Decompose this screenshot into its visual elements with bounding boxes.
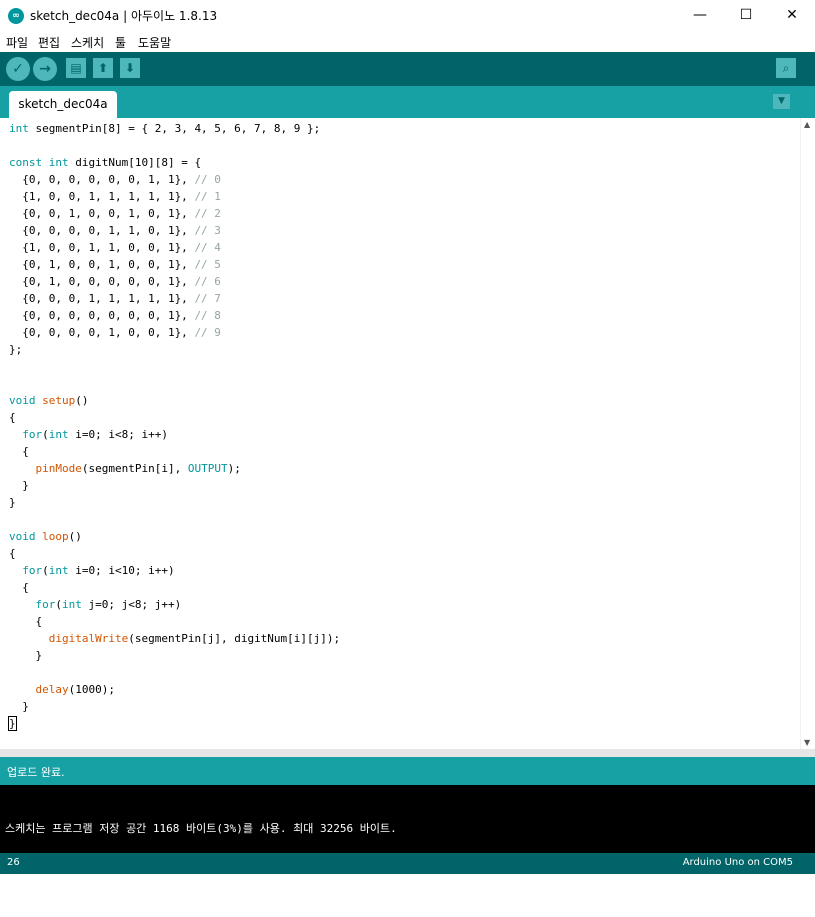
tab-bar: sketch_dec04a ▼ <box>0 86 815 118</box>
tab-menu-chevron-down-icon[interactable]: ▼ <box>773 94 790 109</box>
code-line: for(int j=0; j<8; j++) <box>35 598 182 611</box>
board-port-label: Arduino Uno on COM5 <box>682 857 793 868</box>
code-line: void setup() <box>9 394 89 407</box>
code-line: { <box>9 411 16 424</box>
code-line: }; <box>9 343 23 356</box>
code-line: { <box>9 445 29 458</box>
save-sketch-button[interactable]: ⬇ <box>120 58 140 78</box>
menu-tools[interactable]: 툴 <box>115 34 126 51</box>
code-line: for(int i=0; i<8; i++) <box>22 428 168 441</box>
code-line: {0, 0, 0, 0, 0, 0, 1, 1}, // 0 <box>9 173 221 186</box>
code-line: {1, 0, 0, 1, 1, 0, 0, 1}, // 4 <box>9 241 221 254</box>
code-line: ​ <box>9 358 340 375</box>
code-line: {0, 0, 0, 0, 1, 0, 0, 1}, // 9 <box>9 326 221 339</box>
line-number: 26 <box>7 857 20 868</box>
window-title: sketch_dec04a | 아두이노 1.8.13 <box>30 9 218 23</box>
footer-bar: 26 Arduino Uno on COM5 <box>0 853 815 874</box>
code-line: {0, 1, 0, 0, 1, 0, 0, 1}, // 5 <box>9 258 221 271</box>
code-line: } <box>9 479 29 492</box>
code-line: {0, 1, 0, 0, 0, 0, 0, 1}, // 6 <box>9 275 221 288</box>
menu-help[interactable]: 도움말 <box>138 34 171 51</box>
code-line: digitalWrite(segmentPin[j], digitNum[i][… <box>48 632 341 645</box>
upload-button[interactable]: → <box>33 57 57 81</box>
code-line: int segmentPin[8] = { 2, 3, 4, 5, 6, 7, … <box>9 122 321 135</box>
scroll-down-icon[interactable]: ▼ <box>804 738 810 747</box>
code-line: } <box>8 716 17 731</box>
serial-monitor-button[interactable]: ⌕ <box>776 58 796 78</box>
menu-sketch[interactable]: 스케치 <box>71 34 104 51</box>
console-output: 스케치는 프로그램 저장 공간 1168 바이트(3%)를 사용. 최대 322… <box>0 785 815 883</box>
code-editor[interactable]: int segmentPin[8] = { 2, 3, 4, 5, 6, 7, … <box>0 118 800 749</box>
editor-console-divider[interactable] <box>0 749 815 757</box>
code-line: ​ <box>9 375 340 392</box>
maximize-button[interactable]: ☐ <box>723 0 769 31</box>
code-line: { <box>9 581 29 594</box>
code-line: { <box>9 547 16 560</box>
status-bar: 업로드 완료. <box>0 757 815 785</box>
toolbar: ✓ → ▤ ⬆ ⬇ ⌕ <box>0 52 815 86</box>
code-line: void loop() <box>9 530 82 543</box>
code-line: } <box>9 649 43 662</box>
title-bar: ∞ sketch_dec04a | 아두이노 1.8.13 — ☐ ✕ <box>0 0 815 31</box>
code-line: {1, 0, 0, 1, 1, 1, 1, 1}, // 1 <box>9 190 221 203</box>
code-line: } <box>9 700 29 713</box>
editor-vertical-scrollbar[interactable]: ▲ ▼ <box>800 118 815 749</box>
tab-sketch[interactable]: sketch_dec04a <box>9 91 117 118</box>
code-line: { <box>9 615 43 628</box>
code-line: {0, 0, 0, 0, 1, 1, 0, 1}, // 3 <box>9 224 221 237</box>
menu-bar: 파일 편집 스케치 툴 도움말 <box>0 31 815 53</box>
minimize-button[interactable]: — <box>677 0 723 31</box>
verify-button[interactable]: ✓ <box>6 57 30 81</box>
code-line: for(int i=0; i<10; i++) <box>22 564 175 577</box>
code-line: const int digitNum[10][8] = { <box>9 156 202 169</box>
code-line: } <box>9 496 16 509</box>
menu-edit[interactable]: 편집 <box>38 34 60 51</box>
code-lines: int segmentPin[8] = { 2, 3, 4, 5, 6, 7, … <box>8 120 341 732</box>
code-line: delay(1000); <box>35 683 115 696</box>
code-line: ​ <box>9 664 340 681</box>
scroll-up-icon[interactable]: ▲ <box>804 120 810 129</box>
code-line: {0, 0, 0, 0, 0, 0, 0, 1}, // 8 <box>9 309 221 322</box>
code-line: ​ <box>9 137 340 154</box>
open-sketch-button[interactable]: ⬆ <box>93 58 113 78</box>
console-line: 스케치는 프로그램 저장 공간 1168 바이트(3%)를 사용. 최대 322… <box>5 822 397 835</box>
arduino-logo-icon: ∞ <box>8 8 24 24</box>
new-sketch-button[interactable]: ▤ <box>66 58 86 78</box>
menu-file[interactable]: 파일 <box>6 34 28 51</box>
code-line: {0, 0, 1, 0, 0, 1, 0, 1}, // 2 <box>9 207 221 220</box>
code-line: {0, 0, 0, 1, 1, 1, 1, 1}, // 7 <box>9 292 221 305</box>
code-line: pinMode(segmentPin[i], OUTPUT); <box>35 462 241 475</box>
close-button[interactable]: ✕ <box>769 0 815 31</box>
code-line: ​ <box>9 511 340 528</box>
status-message: 업로드 완료. <box>7 766 65 779</box>
